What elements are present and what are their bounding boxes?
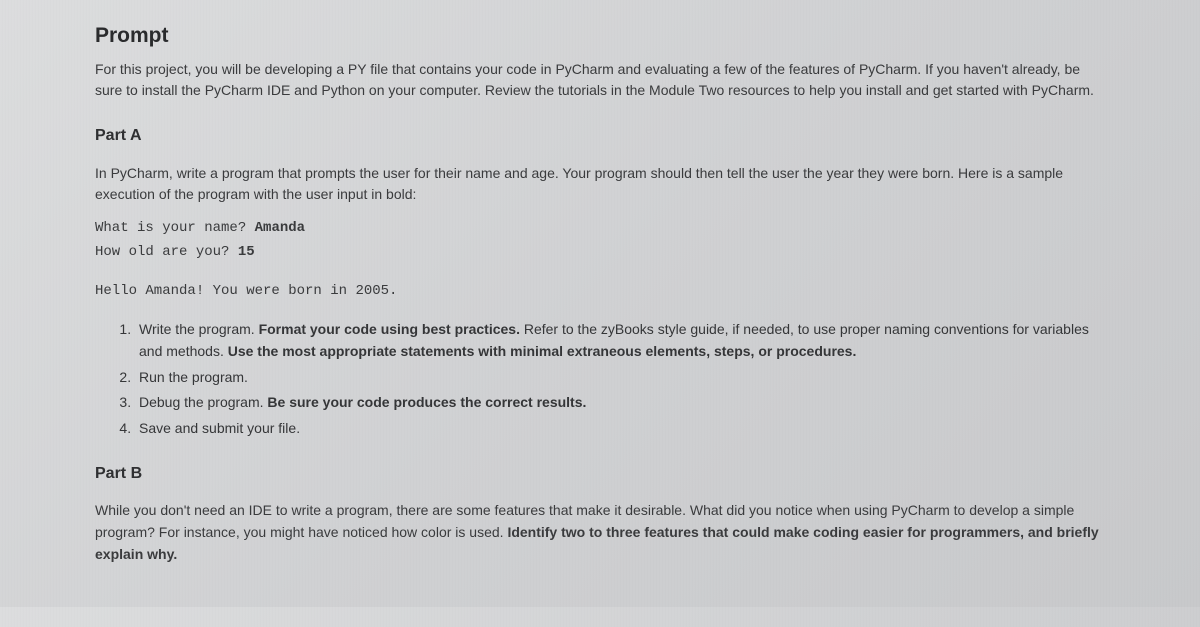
- step-1-bold2: Use the most appropriate statements with…: [228, 343, 857, 359]
- step-3-prefix: Debug the program.: [139, 394, 267, 410]
- step-2: Run the program.: [135, 367, 1105, 389]
- part-a-heading: Part A: [95, 124, 1105, 149]
- step-3: Debug the program. Be sure your code pro…: [135, 392, 1105, 414]
- step-3-bold1: Be sure your code produces the correct r…: [267, 394, 586, 410]
- step-4-prefix: Save and submit your file.: [139, 420, 300, 436]
- sample-input-2: 15: [238, 244, 255, 260]
- part-b-heading: Part B: [95, 462, 1105, 487]
- sample-prompt-1: What is your name?: [95, 220, 255, 236]
- prompt-text: For this project, you will be developing…: [95, 59, 1105, 102]
- part-a-intro: In PyCharm, write a program that prompts…: [95, 163, 1105, 206]
- sample-execution: What is your name? Amanda How old are yo…: [95, 218, 1105, 303]
- step-1-bold1: Format your code using best practices.: [259, 321, 520, 337]
- part-a-steps: Write the program. Format your code usin…: [95, 319, 1105, 439]
- part-b-text: While you don't need an IDE to write a p…: [95, 500, 1105, 565]
- prompt-heading: Prompt: [95, 20, 1105, 53]
- sample-line-3: Hello Amanda! You were born in 2005.: [95, 281, 1105, 303]
- step-2-prefix: Run the program.: [139, 369, 248, 385]
- sample-line-2: How old are you? 15: [95, 242, 1105, 264]
- step-1-prefix: Write the program.: [139, 321, 259, 337]
- step-4: Save and submit your file.: [135, 418, 1105, 440]
- step-1: Write the program. Format your code usin…: [135, 319, 1105, 362]
- sample-input-1: Amanda: [255, 220, 305, 236]
- sample-line-1: What is your name? Amanda: [95, 218, 1105, 240]
- sample-prompt-2: How old are you?: [95, 244, 238, 260]
